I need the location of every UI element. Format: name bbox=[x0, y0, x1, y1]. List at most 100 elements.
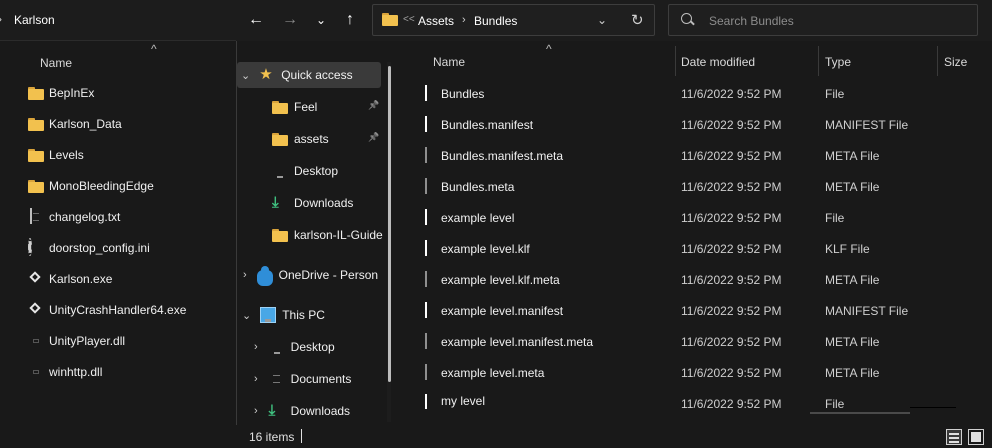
scrollbar-edge bbox=[910, 407, 956, 408]
file-row[interactable]: example level.manifest bbox=[423, 301, 563, 321]
file-name: example level.klf bbox=[441, 242, 530, 256]
file-row[interactable]: Bundles.meta bbox=[423, 177, 514, 197]
nav-item-this-pc[interactable]: ⌄ This PC bbox=[242, 302, 325, 328]
nav-item-label: Desktop bbox=[290, 340, 335, 354]
column-header-size[interactable]: Size bbox=[944, 55, 967, 69]
left-list-item[interactable]: Karlson.exe bbox=[28, 269, 112, 289]
up-button[interactable]: ↑ bbox=[338, 8, 362, 32]
chevron-right-icon[interactable]: › bbox=[243, 269, 247, 281]
nav-item-label: Feel bbox=[294, 100, 318, 114]
file-type: File bbox=[825, 87, 845, 101]
onedrive-icon bbox=[256, 266, 273, 286]
file-name: example level bbox=[441, 211, 515, 225]
back-button[interactable]: ← bbox=[244, 8, 268, 32]
nav-item-quick-access-entry[interactable]: Feel bbox=[272, 94, 317, 120]
file-type: MANIFEST File bbox=[825, 118, 909, 132]
column-divider[interactable] bbox=[675, 46, 676, 76]
column-divider[interactable] bbox=[818, 46, 819, 76]
breadcrumb-assets[interactable]: Assets bbox=[418, 14, 454, 28]
status-bar: 16 items bbox=[236, 425, 992, 448]
file-name: example level.meta bbox=[441, 366, 545, 380]
file-name: Bundles.meta bbox=[441, 180, 515, 194]
nav-item-onedrive[interactable]: › OneDrive - Person bbox=[243, 262, 388, 288]
left-breadcrumb[interactable]: Karlson bbox=[14, 13, 55, 27]
nav-item-quick-access-entry[interactable]: ⤓ Downloads bbox=[272, 190, 353, 216]
chevron-right-icon[interactable]: › bbox=[254, 341, 258, 353]
config-file-icon bbox=[28, 238, 32, 256]
item-count: 16 items bbox=[249, 430, 295, 444]
chevron-down-icon[interactable]: ⌄ bbox=[241, 69, 250, 82]
left-address-bar[interactable]: › Karlson bbox=[0, 0, 236, 41]
left-list-item[interactable]: changelog.txt bbox=[28, 207, 120, 227]
file-date: 11/6/2022 9:52 PM bbox=[681, 397, 782, 411]
file-date: 11/6/2022 9:52 PM bbox=[681, 304, 782, 318]
left-list-item[interactable]: Karlson_Data bbox=[28, 114, 122, 134]
file-row[interactable]: example level.klf bbox=[423, 239, 530, 259]
left-list-item-label: changelog.txt bbox=[49, 210, 121, 224]
chevron-down-icon[interactable]: ⌄ bbox=[242, 309, 251, 322]
chevron-right-icon[interactable]: › bbox=[254, 405, 258, 417]
file-name: example level.manifest bbox=[441, 304, 564, 318]
large-icons-view-button[interactable] bbox=[968, 429, 984, 445]
left-list-item[interactable]: BepInEx bbox=[28, 83, 94, 103]
file-row[interactable]: my level bbox=[423, 394, 485, 412]
horizontal-scrollbar[interactable] bbox=[810, 412, 910, 414]
nav-item-label: Documents bbox=[290, 372, 352, 386]
left-list-item-label: winhttp.dll bbox=[49, 365, 103, 379]
nav-item-quick-access-entry[interactable]: Desktop bbox=[272, 158, 338, 184]
file-icon bbox=[425, 209, 427, 225]
file-row[interactable]: Bundles.manifest.meta bbox=[423, 146, 563, 166]
details-view-button[interactable] bbox=[946, 429, 962, 445]
refresh-icon[interactable]: ↻ bbox=[631, 11, 644, 29]
left-list-item-label: Levels bbox=[49, 148, 84, 162]
file-type: META File bbox=[825, 180, 880, 194]
forward-button[interactable]: → bbox=[278, 8, 302, 32]
file-date: 11/6/2022 9:52 PM bbox=[681, 366, 782, 380]
left-list-item[interactable]: Levels bbox=[28, 145, 84, 165]
recent-locations-button[interactable]: ⌄ bbox=[309, 8, 333, 32]
address-dropdown-button[interactable]: ⌄ bbox=[597, 13, 607, 27]
breadcrumb-bundles[interactable]: Bundles bbox=[474, 14, 517, 28]
file-name: example level.klf.meta bbox=[441, 273, 560, 287]
nav-scrollbar-thumb[interactable] bbox=[388, 66, 391, 382]
file-row[interactable]: example level bbox=[423, 208, 514, 228]
file-row[interactable]: example level.manifest.meta bbox=[423, 332, 593, 352]
file-icon bbox=[425, 116, 427, 132]
file-row[interactable]: example level.meta bbox=[423, 363, 544, 383]
text-file-icon bbox=[30, 208, 32, 224]
left-list-item[interactable]: MonoBleedingEdge bbox=[28, 176, 154, 196]
nav-item-quick-access-entry[interactable]: karlson-IL-Guide bbox=[272, 222, 383, 248]
file-row[interactable]: example level.klf.meta bbox=[423, 270, 560, 290]
meta-file-icon bbox=[425, 178, 427, 194]
file-date: 11/6/2022 9:52 PM bbox=[681, 149, 782, 163]
search-input[interactable]: Search Bundles bbox=[668, 4, 978, 36]
left-column-header-name[interactable]: Name bbox=[40, 56, 72, 70]
arrow-left-icon: ← bbox=[248, 11, 264, 28]
nav-item-quick-access[interactable]: ⌄ ★ Quick access bbox=[241, 62, 353, 88]
nav-item-this-pc-entry[interactable]: › ⤓ Downloads bbox=[254, 398, 350, 424]
file-name: Bundles bbox=[441, 87, 485, 101]
chevron-down-icon: ⌄ bbox=[315, 13, 327, 27]
left-list-item[interactable]: doorstop_config.ini bbox=[28, 238, 150, 258]
nav-item-this-pc-entry[interactable]: › Documents bbox=[254, 366, 351, 392]
nav-item-label: karlson-IL-Guide bbox=[294, 228, 383, 242]
file-name: my level bbox=[441, 394, 486, 408]
file-row[interactable]: Bundles.manifest bbox=[423, 115, 533, 135]
left-list-item[interactable]: UnityPlayer.dll bbox=[28, 331, 125, 351]
column-divider[interactable] bbox=[937, 46, 938, 76]
chevron-right-icon[interactable]: › bbox=[254, 373, 258, 385]
file-date: 11/6/2022 9:52 PM bbox=[681, 118, 782, 132]
column-header-date[interactable]: Date modified bbox=[681, 55, 755, 69]
column-header-type[interactable]: Type bbox=[825, 55, 851, 69]
nav-item-quick-access-entry[interactable]: assets bbox=[272, 126, 329, 152]
left-list-item[interactable]: winhttp.dll bbox=[28, 362, 102, 382]
column-header-name[interactable]: Name bbox=[433, 55, 465, 69]
download-icon: ⤓ bbox=[272, 194, 279, 211]
star-icon: ★ bbox=[259, 66, 273, 83]
left-list-item[interactable]: UnityCrashHandler64.exe bbox=[28, 300, 186, 320]
address-bar[interactable]: << Assets › Bundles ⌄ ↻ bbox=[372, 4, 655, 36]
file-row[interactable]: Bundles bbox=[423, 84, 484, 104]
arrow-right-icon: → bbox=[282, 11, 298, 28]
nav-item-this-pc-entry[interactable]: › Desktop bbox=[254, 334, 335, 360]
overflow-chevron-icon[interactable]: << bbox=[403, 14, 415, 25]
